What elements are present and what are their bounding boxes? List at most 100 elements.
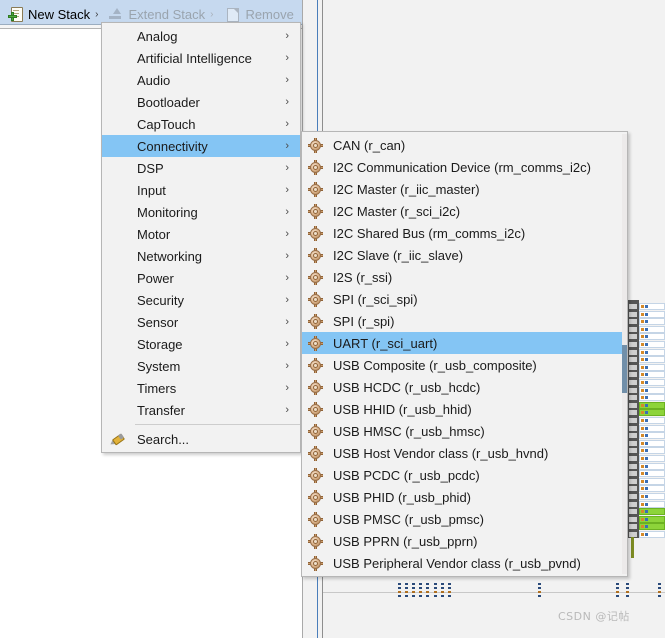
menu-item-power[interactable]: Power › <box>102 267 300 289</box>
module-icon <box>308 248 323 263</box>
pin-row[interactable] <box>639 515 665 523</box>
pin-label <box>398 583 401 597</box>
pin-row[interactable] <box>639 371 665 379</box>
pin-row[interactable] <box>639 341 665 348</box>
pin-row[interactable] <box>639 417 665 424</box>
module-item-i2c-master-r-sci-i2c[interactable]: I2C Master (r_sci_i2c) <box>302 200 627 222</box>
pin-tab <box>629 342 637 347</box>
menu-item-bootloader[interactable]: Bootloader › <box>102 91 300 113</box>
pin-row[interactable] <box>639 310 665 318</box>
menu-item-label: Audio <box>137 72 171 88</box>
pin-row[interactable] <box>639 500 665 508</box>
module-item-usb-peripheral-vendor-class-r-usb-pvnd[interactable]: USB Peripheral Vendor class (r_usb_pvnd) <box>302 552 627 574</box>
module-item-usb-pprn-r-usb-pprn[interactable]: USB PPRN (r_usb_pprn) <box>302 530 627 552</box>
new-stack-icon <box>8 6 23 22</box>
remove-button[interactable]: Remove <box>225 7 294 22</box>
menu-item-storage[interactable]: Storage › <box>102 333 300 355</box>
module-item-i2s-r-ssi[interactable]: I2S (r_ssi) <box>302 266 627 288</box>
pin-row[interactable] <box>639 508 665 516</box>
module-item-usb-phid-r-usb-phid[interactable]: USB PHID (r_usb_phid) <box>302 486 627 508</box>
pin-row[interactable] <box>639 447 665 455</box>
menu-item-label: CapTouch <box>137 116 196 132</box>
module-item-usb-composite-r-usb-composite[interactable]: USB Composite (r_usb_composite) <box>302 354 627 376</box>
module-item-usb-host-vendor-class-r-usb-hvnd[interactable]: USB Host Vendor class (r_usb_hvnd) <box>302 442 627 464</box>
pin-row[interactable] <box>639 432 665 440</box>
pin-row[interactable] <box>639 424 665 432</box>
menu-item-audio[interactable]: Audio › <box>102 69 300 91</box>
pin-row[interactable] <box>639 493 665 500</box>
menu-item-networking[interactable]: Networking › <box>102 245 300 267</box>
module-item-usb-pcdc-r-usb-pcdc[interactable]: USB PCDC (r_usb_pcdc) <box>302 464 627 486</box>
module-icon <box>308 204 323 219</box>
pin-row[interactable] <box>639 333 665 341</box>
watermark: CSDN @记帖 <box>558 610 630 623</box>
module-item-usb-hmsc-r-usb-hmsc[interactable]: USB HMSC (r_usb_hmsc) <box>302 420 627 442</box>
pin-row[interactable] <box>639 363 665 371</box>
module-item-label: USB PMSC (r_usb_pmsc) <box>333 511 484 527</box>
module-item-spi-r-sci-spi[interactable]: SPI (r_sci_spi) <box>302 288 627 310</box>
menu-item-search[interactable]: Search... <box>102 428 300 450</box>
module-icon <box>308 226 323 241</box>
module-item-i2c-slave-r-iic-slave[interactable]: I2C Slave (r_iic_slave) <box>302 244 627 266</box>
pin-row[interactable] <box>639 455 665 462</box>
module-item-usb-hhid-r-usb-hhid[interactable]: USB HHID (r_usb_hhid) <box>302 398 627 420</box>
pin-row[interactable] <box>639 401 665 409</box>
menu-item-monitoring[interactable]: Monitoring › <box>102 201 300 223</box>
pin-row[interactable] <box>639 439 665 447</box>
menu-item-input[interactable]: Input › <box>102 179 300 201</box>
pin-label <box>441 583 444 597</box>
pin-tab <box>629 357 637 363</box>
pin-tab <box>629 334 637 340</box>
module-icon <box>308 380 323 395</box>
scrollbar-thumb[interactable] <box>622 345 627 394</box>
module-item-spi-r-spi[interactable]: SPI (r_spi) <box>302 310 627 332</box>
menu-item-dsp[interactable]: DSP › <box>102 157 300 179</box>
pin-row[interactable] <box>639 394 665 402</box>
pin-row[interactable] <box>639 477 665 485</box>
pin-row[interactable] <box>639 379 665 386</box>
pin-row[interactable] <box>639 386 665 394</box>
chevron-right-icon: › <box>285 250 289 262</box>
menu-item-system[interactable]: System › <box>102 355 300 377</box>
menu-item-transfer[interactable]: Transfer › <box>102 399 300 421</box>
module-item-usb-pmsc-r-usb-pmsc[interactable]: USB PMSC (r_usb_pmsc) <box>302 508 627 530</box>
menu-item-security[interactable]: Security › <box>102 289 300 311</box>
pin-row[interactable] <box>639 348 665 356</box>
module-submenu-scrollbar[interactable] <box>622 134 627 574</box>
module-item-i2c-shared-bus-rm-comms-i2c[interactable]: I2C Shared Bus (rm_comms_i2c) <box>302 222 627 244</box>
pin-row[interactable] <box>639 462 665 470</box>
pin-tab <box>629 478 637 484</box>
menu-item-captouch[interactable]: CapTouch › <box>102 113 300 135</box>
module-item-i2c-master-r-iic-master[interactable]: I2C Master (r_iic_master) <box>302 178 627 200</box>
pin-tab <box>629 311 637 317</box>
pin-row[interactable] <box>639 356 665 364</box>
module-item-i2c-communication-device-rm-comms-i2c[interactable]: I2C Communication Device (rm_comms_i2c) <box>302 156 627 178</box>
menu-item-analog[interactable]: Analog › <box>102 25 300 47</box>
new-stack-button[interactable]: New Stack › <box>8 6 98 22</box>
module-item-uart-r-sci-uart[interactable]: UART (r_sci_uart) <box>302 332 627 354</box>
pin-row[interactable] <box>639 485 665 493</box>
pin-tab <box>629 410 637 416</box>
pin-row[interactable] <box>639 523 665 531</box>
menu-item-label: DSP <box>137 160 164 176</box>
menu-item-label: Connectivity <box>137 138 208 154</box>
pin-row[interactable] <box>639 409 665 417</box>
pin-bottom-labels <box>398 583 661 605</box>
pin-row[interactable] <box>639 470 665 478</box>
pin-tab <box>629 364 637 370</box>
pin-row[interactable] <box>639 531 665 538</box>
pin-row[interactable] <box>639 318 665 326</box>
menu-item-motor[interactable]: Motor › <box>102 223 300 245</box>
extend-stack-button[interactable]: Extend Stack › <box>108 7 213 22</box>
menu-item-artificial-intelligence[interactable]: Artificial Intelligence › <box>102 47 300 69</box>
pin-row[interactable] <box>639 325 665 333</box>
menu-item-timers[interactable]: Timers › <box>102 377 300 399</box>
menu-item-label: Security <box>137 292 184 308</box>
pin-tab <box>629 433 637 439</box>
pin-row[interactable] <box>639 303 665 310</box>
module-item-can-r-can[interactable]: CAN (r_can) <box>302 134 627 156</box>
module-item-usb-hcdc-r-usb-hcdc[interactable]: USB HCDC (r_usb_hcdc) <box>302 376 627 398</box>
menu-item-label: System <box>137 358 181 374</box>
menu-item-connectivity[interactable]: Connectivity › <box>102 135 300 157</box>
menu-item-sensor[interactable]: Sensor › <box>102 311 300 333</box>
